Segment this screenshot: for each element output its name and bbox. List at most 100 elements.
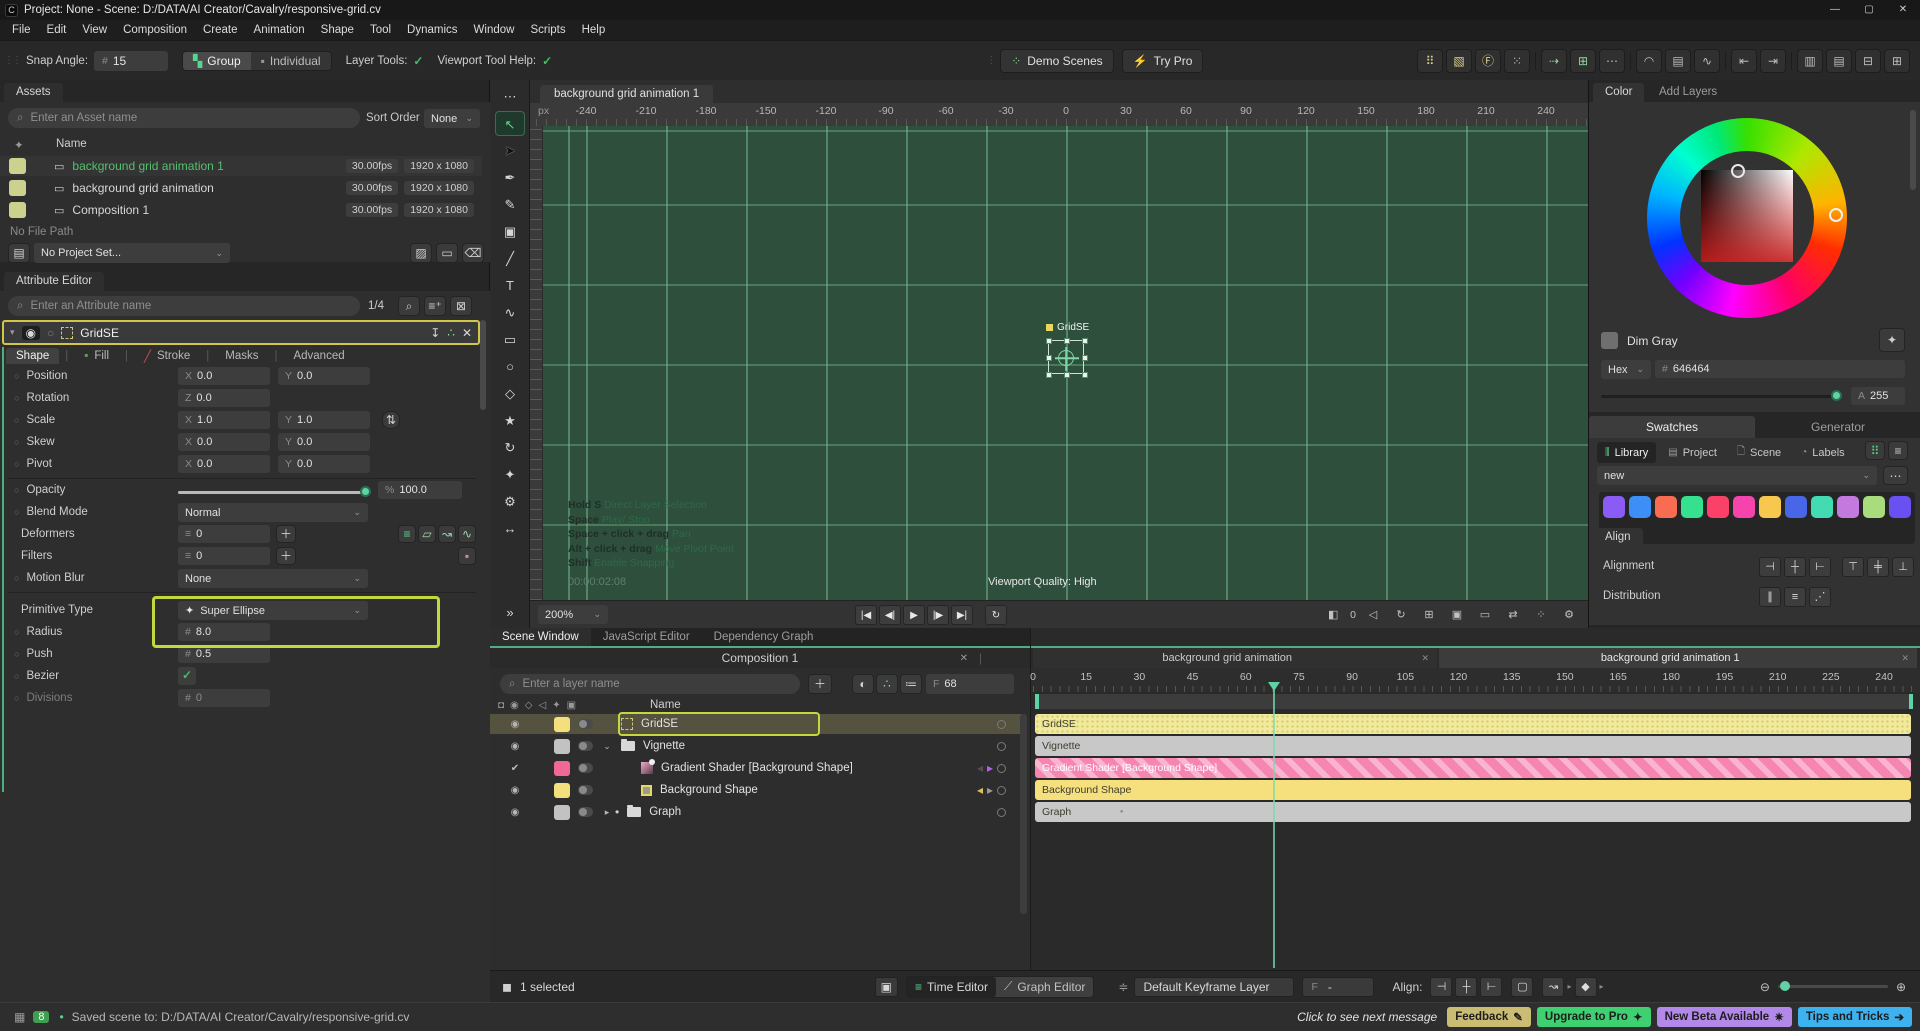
eye-icon[interactable]: ◉: [504, 785, 526, 796]
trash-icon[interactable]: ⌫: [462, 243, 484, 263]
asset-row[interactable]: ▭Composition 130.00fps1920 x 1080: [0, 200, 482, 220]
skew-y-field[interactable]: Y0.0: [278, 433, 370, 451]
sort-order-dropdown[interactable]: None⌄: [424, 109, 480, 128]
ellipse-tool[interactable]: ○: [495, 354, 525, 379]
image-icon[interactable]: ▣: [1446, 605, 1468, 625]
layer-row[interactable]: ◉GridSE: [490, 714, 1022, 734]
wave-icon[interactable]: ∿: [458, 525, 476, 543]
library-tab-labels[interactable]: ◔Labels: [1793, 442, 1852, 463]
color-swatch[interactable]: [1707, 496, 1729, 518]
close-icon[interactable]: ✕: [960, 653, 968, 664]
menu-item-scripts[interactable]: Scripts: [522, 20, 573, 40]
button-tips-and-tricks[interactable]: Tips and Tricks➔: [1798, 1007, 1912, 1027]
snapshot-icon[interactable]: ↻: [1390, 605, 1412, 625]
viewport-canvas[interactable]: GridSE Hold S Direct Layer SelectionSpac…: [530, 126, 1588, 600]
deformers-field[interactable]: ≡0: [178, 525, 270, 543]
keyframe-dot-icon[interactable]: ○: [14, 649, 19, 659]
keyframe-ring-icon[interactable]: [997, 808, 1006, 817]
opacity-slider[interactable]: [178, 491, 368, 494]
color-swatch[interactable]: [1837, 496, 1859, 518]
color-swatch[interactable]: [1629, 496, 1651, 518]
rotate-tool[interactable]: ↻: [495, 435, 525, 460]
menu-item-window[interactable]: Window: [466, 20, 523, 40]
eye-icon[interactable]: ✔: [504, 763, 526, 774]
list-view-icon[interactable]: ≡: [1888, 441, 1908, 460]
color-tab[interactable]: Color: [1593, 83, 1644, 102]
palette-more-button[interactable]: ⋯: [1883, 466, 1908, 485]
library-tab-scene[interactable]: 🗋Scene: [1729, 442, 1789, 463]
add-list-icon[interactable]: ≡⁺: [424, 296, 446, 316]
keyframe-dot-icon[interactable]: ○: [14, 459, 19, 469]
filter-icon[interactable]: ◐: [852, 674, 874, 694]
keyframe-icon[interactable]: ◆: [1575, 977, 1597, 997]
playhead-line[interactable]: [1273, 690, 1275, 968]
polygon-tool[interactable]: ◇: [495, 381, 525, 406]
select-tool[interactable]: ↖: [495, 111, 525, 136]
zoom-in-icon[interactable]: ⊕: [1896, 980, 1906, 994]
eyedropper-icon[interactable]: ✦: [1879, 328, 1905, 352]
menu-item-help[interactable]: Help: [574, 20, 614, 40]
position-x-field[interactable]: X0.0: [178, 367, 270, 385]
selection-handle[interactable]: [1082, 338, 1088, 344]
current-color-swatch[interactable]: [1601, 332, 1618, 349]
menu-item-shape[interactable]: Shape: [313, 20, 362, 40]
list-settings-icon[interactable]: ≔: [900, 674, 922, 694]
keyframe-dot-icon[interactable]: ○: [14, 507, 19, 517]
close-icon[interactable]: ✕: [1421, 653, 1429, 664]
align-left-icon[interactable]: ⊣: [1430, 977, 1452, 997]
solo-button[interactable]: ▣: [875, 977, 898, 997]
track-background-shape[interactable]: Background Shape: [1035, 780, 1911, 800]
attribute-layer-header[interactable]: ▾ ◉ ○ GridSE ↧ ∴ ✕: [2, 320, 480, 345]
in-marker-icon[interactable]: ◂: [977, 761, 983, 775]
eye-icon[interactable]: ◉: [504, 807, 526, 818]
close-icon[interactable]: ✕: [462, 326, 472, 340]
align-left-icon[interactable]: ⊣: [1759, 557, 1781, 577]
pivot-y-field[interactable]: Y0.0: [278, 455, 370, 473]
selection-handle[interactable]: [1046, 372, 1052, 378]
go-to-start-button[interactable]: |◀: [855, 605, 877, 625]
play-button[interactable]: ▶: [903, 605, 925, 625]
keyframe-ring-icon[interactable]: [997, 764, 1006, 773]
add-layers-tab[interactable]: Add Layers: [1647, 83, 1729, 102]
generator-tab[interactable]: Generator: [1755, 416, 1920, 438]
camera-visibility-toggle[interactable]: [578, 741, 593, 751]
chevron-right-icon[interactable]: ▸: [1600, 977, 1604, 997]
line-tool[interactable]: ╱: [495, 246, 525, 271]
viewport-settings-icon[interactable]: ⚙: [1558, 605, 1580, 625]
keyframe-dot-icon[interactable]: ○: [14, 437, 19, 447]
list-icon[interactable]: ≡: [398, 525, 416, 543]
attribute-scrollbar[interactable]: [480, 320, 486, 410]
layer-search-input[interactable]: ⌕ Enter a layer name: [500, 674, 800, 694]
demo-scenes-button[interactable]: ⁘ Demo Scenes: [1000, 49, 1113, 73]
tab-fill[interactable]: ▪Fill: [74, 348, 119, 364]
camera-visibility-toggle[interactable]: [578, 763, 593, 773]
tab-shape[interactable]: Shape: [6, 348, 59, 364]
keyframe-dot[interactable]: ●: [1120, 809, 1124, 815]
group-button[interactable]: ▚ Group: [183, 52, 251, 70]
link-scale-icon[interactable]: ⇅: [382, 411, 400, 429]
sv-selector[interactable]: [1731, 164, 1745, 178]
demo-dots-icon[interactable]: ∴: [876, 674, 898, 694]
wave-path-icon[interactable]: ∿: [1694, 49, 1720, 73]
track-graph[interactable]: Graph●: [1035, 802, 1911, 822]
work-area-bar[interactable]: [1035, 694, 1913, 709]
selection-handle[interactable]: [1082, 372, 1088, 378]
more-tools-icon[interactable]: ⋯: [495, 84, 525, 109]
align-bottom-icon[interactable]: ⊥: [1892, 557, 1914, 577]
go-to-end-button[interactable]: ▶|: [951, 605, 973, 625]
library-tab-library[interactable]: ⫼Library: [1597, 442, 1656, 463]
layer-color-swatch[interactable]: [554, 761, 570, 776]
grid-toggle-icon[interactable]: ⊞: [1418, 605, 1440, 625]
ellipsis-icon[interactable]: ⋯: [1599, 49, 1625, 73]
keyframe-dot-icon[interactable]: ○: [14, 415, 19, 425]
menu-item-tool[interactable]: Tool: [362, 20, 399, 40]
draw-tool[interactable]: ✎: [495, 192, 525, 217]
radius-field[interactable]: #8.0: [178, 623, 270, 641]
selection-handle[interactable]: [1082, 355, 1088, 361]
palette-dropdown[interactable]: new⌄: [1597, 466, 1877, 485]
eye-icon[interactable]: ◉: [504, 741, 526, 752]
distribute-spacing-icon[interactable]: ⋰: [1809, 587, 1831, 607]
blend-mode-dropdown[interactable]: Normal⌄: [178, 503, 368, 522]
keyframe-dot-icon[interactable]: ○: [14, 627, 19, 637]
rows-icon[interactable]: ▤: [1826, 49, 1852, 73]
